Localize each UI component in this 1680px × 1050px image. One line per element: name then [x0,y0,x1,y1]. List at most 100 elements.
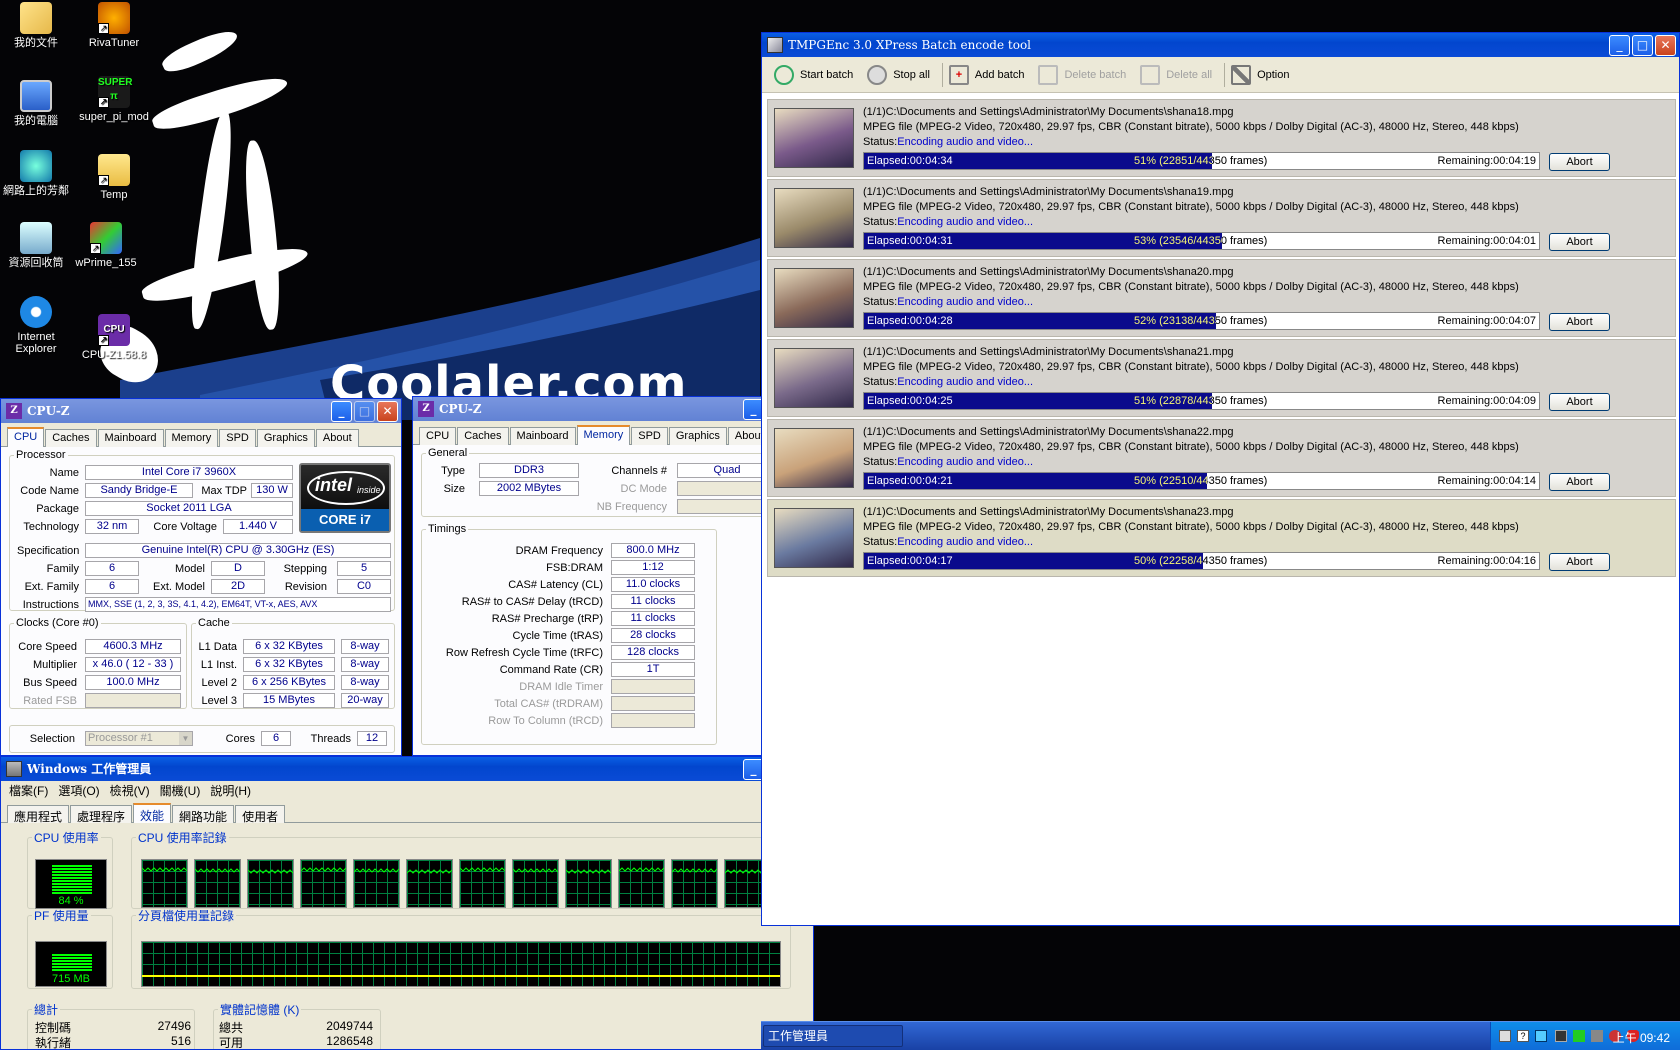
stop-all-button[interactable]: Stop all [863,60,940,90]
model-value: D [211,561,265,576]
tab-cpu[interactable]: CPU [7,427,45,447]
tab-users[interactable]: 使用者 [235,805,286,824]
tab-applications[interactable]: 應用程式 [7,805,70,824]
desktop-icon-my-computer[interactable]: 我的電腦 [0,80,74,127]
totals-handles-value: 27496 [157,1019,191,1033]
minimize-button[interactable]: _ [331,401,352,422]
stepping-label: Stepping [283,563,327,575]
menu-help[interactable]: 說明(H) [210,781,251,801]
tab-performance[interactable]: 效能 [133,803,172,823]
cpuz-app-icon: Z [6,403,22,419]
family-label: Family [46,563,79,575]
add-batch-button[interactable]: + Add batch [945,60,1035,90]
network-icon[interactable] [1535,1030,1547,1042]
abort-button[interactable]: Abort [1549,233,1610,251]
batch-job[interactable]: (1/1)C:\Documents and Settings\Administr… [767,99,1676,177]
l1d-value: 6 x 32 KBytes [243,639,335,654]
abort-button[interactable]: Abort [1549,393,1610,411]
selection-dropdown[interactable]: Processor #1 ▼ [85,731,193,746]
close-button[interactable]: ✕ [1655,35,1676,56]
close-button[interactable]: ✕ [377,401,398,422]
threads-label: Threads [310,733,351,745]
cpu-core-graph [141,859,188,908]
timing-value: 11.0 clocks [611,577,695,592]
pf-usage-meter: 715 MB [35,941,107,987]
batch-job[interactable]: (1/1)C:\Documents and Settings\Administr… [767,339,1676,417]
menu-view[interactable]: 檢視(V) [110,781,150,801]
keyboard-icon[interactable] [1499,1030,1511,1042]
timing-value [611,696,695,711]
computer-icon [20,80,52,112]
menu-options[interactable]: 選項(O) [58,781,99,801]
tab-graphics[interactable]: Graphics [668,427,727,445]
tmpgenc-titlebar[interactable]: TMPGEnc 3.0 XPress Batch encode tool _ □… [762,33,1679,57]
batch-job[interactable]: (1/1)C:\Documents and Settings\Administr… [767,259,1676,337]
tab-processes[interactable]: 處理程序 [70,805,133,824]
timing-label: DRAM Frequency [515,545,603,557]
cpuz-cpu-titlebar[interactable]: Z CPU-Z _ □ ✕ [1,399,401,423]
task-manager-window: Windows 工作管理員 _ □ ✕ 檔案(F) 選項(O) 檢視(V) 關機… [0,756,814,1050]
tab-memory[interactable]: Memory [576,425,631,445]
physical-available-label: 可用 [219,1036,244,1050]
type-label: Type [441,465,465,477]
desktop-icon-cpuz[interactable]: CPU ↗ CPU-Z1.58.8 [76,314,152,361]
batch-job[interactable]: (1/1)C:\Documents and Settings\Administr… [767,179,1676,257]
job-status: Status:Encoding audio and video... [863,456,1034,468]
batch-job[interactable]: (1/1)C:\Documents and Settings\Administr… [767,419,1676,497]
tab-memory[interactable]: Memory [164,429,219,447]
delete-all-button: Delete all [1136,60,1222,90]
desktop-icon-my-documents[interactable]: 我的文件 [0,2,74,49]
menu-shutdown[interactable]: 關機(U) [160,781,201,801]
tab-spd[interactable]: SPD [219,429,256,447]
tab-caches[interactable]: Caches [457,427,509,445]
desktop-icon-recycle-bin[interactable]: 資源回收筒 [0,222,74,269]
tab-spd[interactable]: SPD [631,427,668,445]
abort-button[interactable]: Abort [1549,473,1610,491]
monitor-icon[interactable] [1555,1030,1567,1042]
wrench-icon [1231,64,1252,85]
abort-button[interactable]: Abort [1549,313,1610,331]
recycle-bin-icon [20,222,52,254]
package-value: Socket 2011 LGA [85,501,293,516]
timing-value: 11 clocks [611,611,695,626]
desktop-icon-internet-explorer[interactable]: Internet Explorer [0,296,74,355]
minimize-button[interactable]: _ [1609,35,1630,56]
cpuz-memory-titlebar[interactable]: Z CPU-Z _ □ ✕ [413,397,813,421]
abort-button[interactable]: Abort [1549,153,1610,171]
task-manager-titlebar[interactable]: Windows 工作管理員 _ □ ✕ [1,757,813,781]
tab-cpu[interactable]: CPU [419,427,457,445]
desktop-icon-super-pi[interactable]: SUPER π ↗ super_pi_mod [76,76,152,123]
option-button[interactable]: Option [1227,60,1299,90]
extfamily-value: 6 [85,579,139,594]
tab-graphics[interactable]: Graphics [256,429,315,447]
timing-value [611,679,695,694]
batch-job[interactable]: (1/1)C:\Documents and Settings\Administr… [767,499,1676,577]
tab-mainboard[interactable]: Mainboard [97,429,164,447]
technology-value: 32 nm [85,519,139,534]
corespeed-value: 4600.3 MHz [85,639,181,654]
desktop-icon-network[interactable]: 網路上的芳鄰 [0,150,74,197]
desktop-icon-temp[interactable]: ↗ Temp [76,154,152,201]
menu-file[interactable]: 檔案(F) [9,781,48,801]
help-icon[interactable]: ? [1517,1030,1529,1042]
abort-button[interactable]: Abort [1549,553,1610,571]
tab-mainboard[interactable]: Mainboard [509,427,576,445]
speaker-icon[interactable] [1591,1030,1603,1042]
remaining-time: Remaining:00:04:09 [1437,395,1536,407]
spec-value: Genuine Intel(R) CPU @ 3.30GHz (ES) [85,543,391,558]
busspeed-label: Bus Speed [23,677,77,689]
taskbar-item-task-manager[interactable]: 工作管理員 [763,1025,903,1047]
tab-caches[interactable]: Caches [45,429,97,447]
timing-value: 11 clocks [611,594,695,609]
cpu-icon[interactable] [1573,1030,1585,1042]
cpu-core-graph [671,859,718,908]
name-label: Name [49,467,79,479]
remaining-time: Remaining:00:04:07 [1437,315,1536,327]
desktop-icon-rivatuner[interactable]: ↗ RivaTuner [76,2,152,49]
job-status: Status:Encoding audio and video... [863,536,1034,548]
tab-about[interactable]: About [315,429,359,447]
tab-networking[interactable]: 網路功能 [172,805,235,824]
maximize-button[interactable]: □ [1632,35,1653,56]
desktop-icon-wprime[interactable]: ↗ wPrime_155 [68,222,144,269]
start-batch-button[interactable]: Start batch [770,60,863,90]
